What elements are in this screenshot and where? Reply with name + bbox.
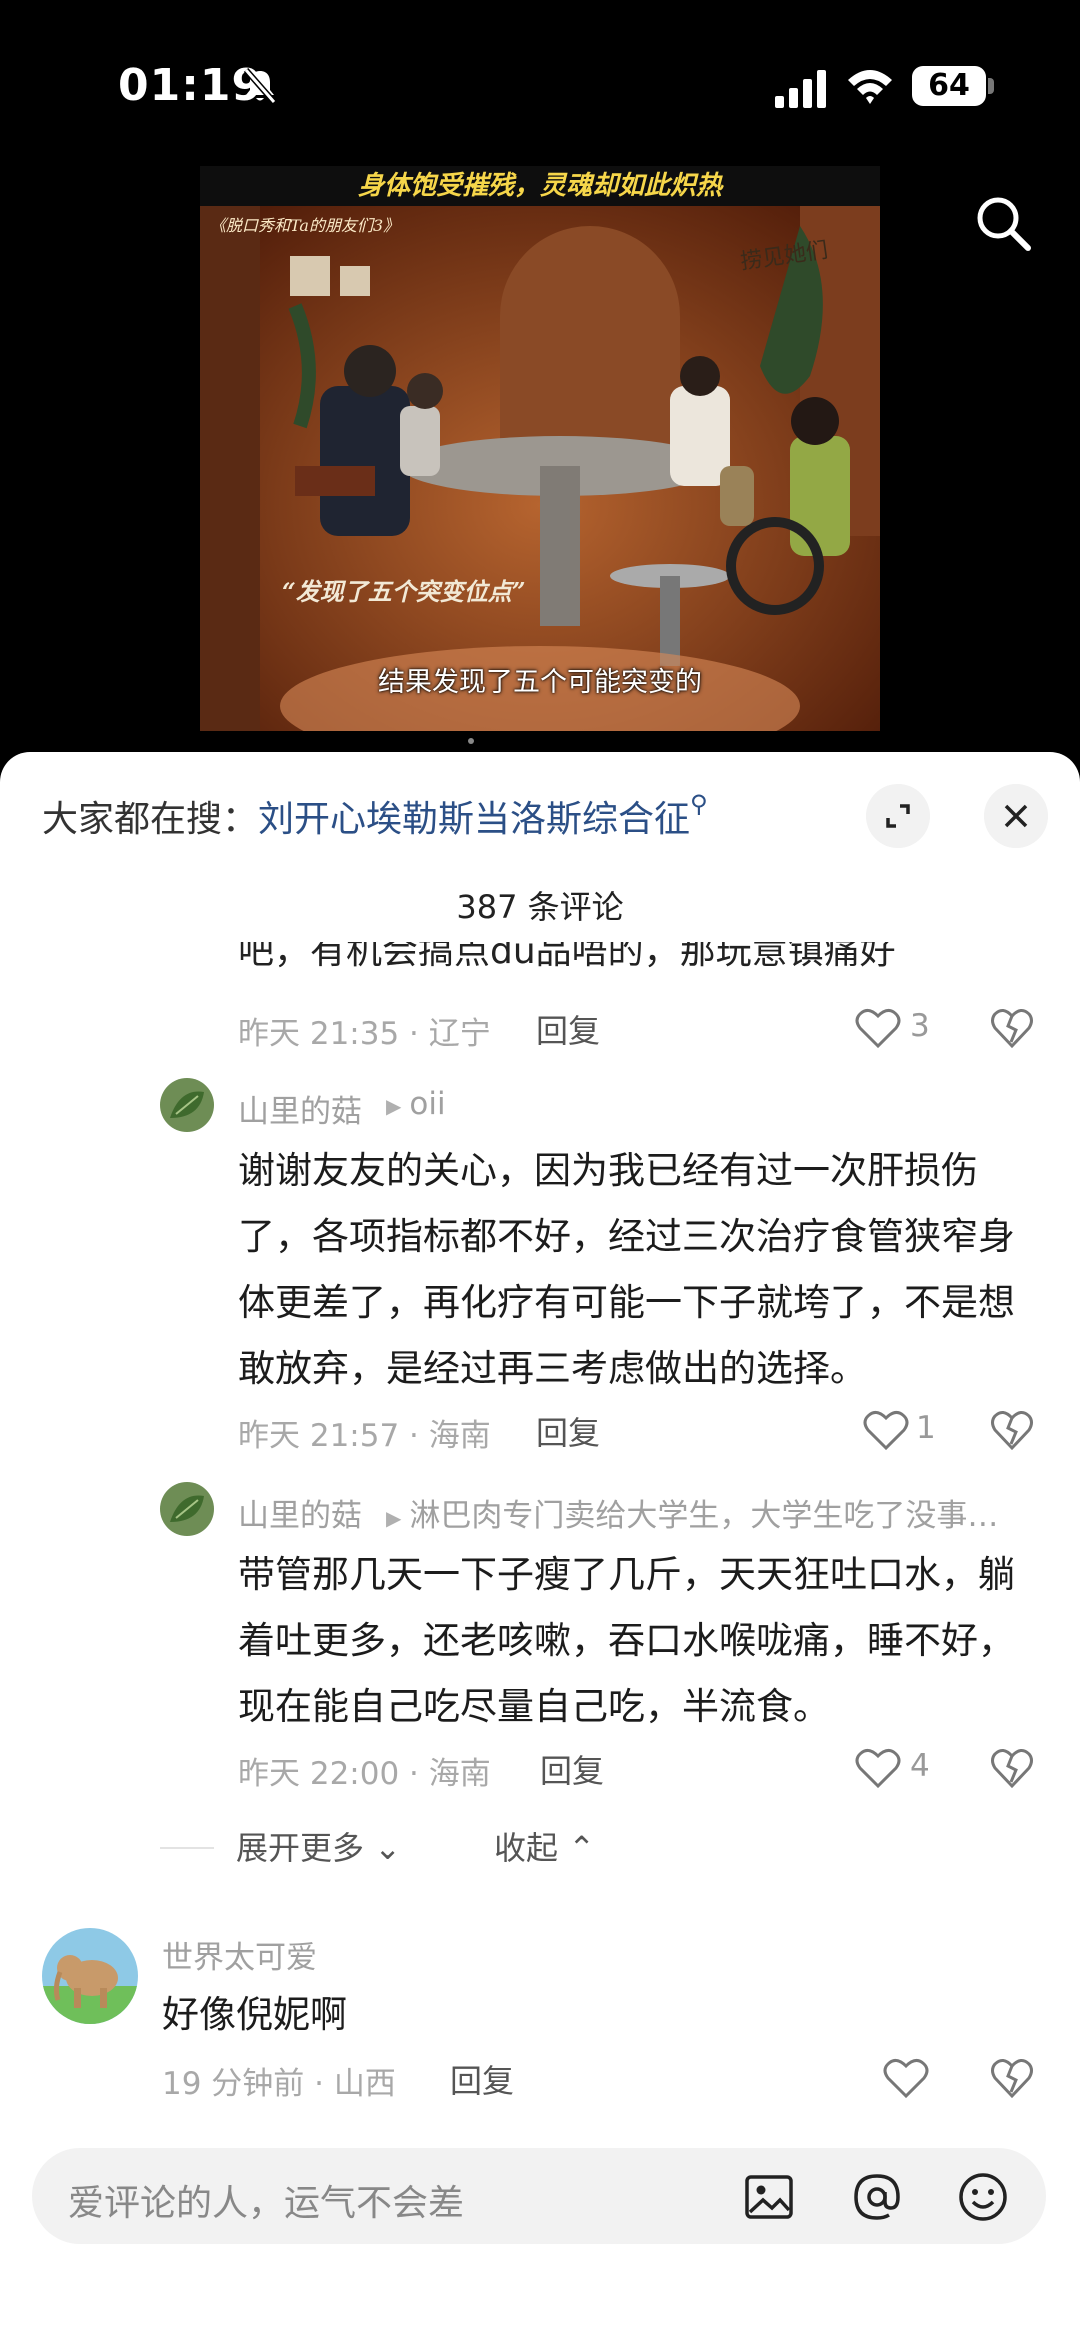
status-bar: 01:19 64: [0, 0, 1080, 170]
chevron-down-icon: ⌄: [364, 1829, 401, 1867]
like-count: 3: [910, 1008, 930, 1044]
video-banner: 身体饱受摧残，灵魂却如此炽热: [200, 166, 880, 206]
comment-count: 387 条评论: [456, 888, 624, 926]
video-quote-caption: “发现了五个突变位点”: [282, 577, 526, 606]
avatar[interactable]: [160, 1482, 214, 1536]
heart-icon[interactable]: [882, 2056, 930, 2100]
reply-to-name: 淋巴肉专门卖给大学生，大学生吃了没事，我们吃了就...: [409, 1498, 1016, 1534]
avatar[interactable]: [160, 1078, 214, 1132]
hot-search-icon: ⚲: [690, 790, 708, 818]
divider: [160, 1847, 214, 1849]
battery-tip: [988, 78, 994, 94]
comment-time-location: 昨天 21:35 · 辽宁: [238, 1016, 491, 1052]
video-page-dot: [468, 738, 474, 744]
search-icon[interactable]: [972, 192, 1036, 256]
like-count: 1: [916, 1410, 936, 1446]
comment-username[interactable]: 世界太可爱: [162, 1932, 317, 1977]
comment-time-location: 昨天 21:57 · 海南: [238, 1418, 491, 1454]
comment-sheet: 大家都在搜：刘开心埃勒斯当洛斯综合征⚲ 387 条评论 吧，有机会搞点du品唔的…: [0, 752, 1080, 2348]
reply-arrow-icon: ▶: [386, 1505, 402, 1530]
heart-icon[interactable]: [862, 1408, 910, 1452]
signal-icon: [775, 70, 826, 108]
clipped-comment-line: 吧，有机会搞点du品唔的，那玩意镇痛好: [238, 942, 896, 972]
hot-search-label: 大家都在搜：: [42, 799, 259, 840]
expand-icon[interactable]: [866, 784, 930, 848]
comment-time-location: 昨天 22:00 · 海南: [238, 1756, 491, 1792]
reply-arrow-icon: ▶: [386, 1093, 402, 1118]
like-count: 4: [910, 1748, 930, 1784]
chevron-up-icon: ⌃: [558, 1829, 595, 1867]
dislike-icon[interactable]: [990, 1006, 1034, 1050]
wifi-icon: [848, 70, 892, 104]
reply-to-name: oii: [409, 1086, 446, 1122]
video-player[interactable]: 身体饱受摧残，灵魂却如此炽热 《脱口秀和Ta的朋友们3》 捞见她们 “发现了五个…: [200, 166, 880, 731]
collapse-button[interactable]: 收起 ⌃: [494, 1823, 595, 1869]
reply-to-user[interactable]: ▶ 淋巴肉专门卖给大学生，大学生吃了没事，我们吃了就...: [376, 1490, 1016, 1535]
expand-more-label: 展开更多: [236, 1829, 365, 1867]
reply-to-user[interactable]: ▶ oii: [376, 1086, 576, 1122]
battery-indicator: 64: [912, 66, 986, 106]
emoji-icon[interactable]: [956, 2170, 1010, 2224]
expand-more-button[interactable]: 展开更多 ⌄: [236, 1823, 401, 1869]
comment-time-location: 19 分钟前 · 山西: [162, 2066, 396, 2102]
clipped-comment-text: 吧，有机会搞点du品唔的，那玩意镇痛好: [238, 942, 1038, 984]
hot-search-bar[interactable]: 大家都在搜：刘开心埃勒斯当洛斯综合征⚲: [42, 790, 708, 842]
video-subtitle: 结果发现了五个可能突变的: [378, 667, 702, 698]
heart-icon[interactable]: [854, 1006, 902, 1050]
reply-button[interactable]: 回复: [536, 1408, 600, 1454]
collapse-label: 收起: [494, 1829, 559, 1867]
close-icon[interactable]: [984, 784, 1048, 848]
reply-button[interactable]: 回复: [450, 2056, 514, 2102]
reply-expand-row: 展开更多 ⌄ 收起 ⌃: [160, 1823, 1040, 1873]
reply-button[interactable]: 回复: [536, 1006, 600, 1052]
comment-username[interactable]: 山里的菇: [238, 1490, 362, 1535]
comment-input[interactable]: 爱评论的人，运气不会差: [32, 2148, 1046, 2244]
comment-text: 谢谢友友的关心，因为我已经有过一次肝损伤了，各项指标都不好，经过三次治疗食管狭窄…: [238, 1149, 1015, 1390]
dislike-icon[interactable]: [990, 1408, 1034, 1452]
comment-text: 带管那几天一下子瘦了几斤，天天狂吐口水，躺着吐更多，还老咳嗽，吞口水喉咙痛，睡不…: [238, 1553, 1015, 1728]
at-icon[interactable]: [850, 2170, 904, 2224]
dislike-icon[interactable]: [990, 1746, 1034, 1790]
bell-slash-icon: [243, 68, 277, 104]
comment-username[interactable]: 山里的菇: [238, 1086, 362, 1131]
image-icon[interactable]: [742, 2170, 796, 2224]
hot-search-term[interactable]: 刘开心埃勒斯当洛斯综合征: [258, 799, 690, 840]
video-show-title: 《脱口秀和Ta的朋友们3》: [210, 216, 400, 235]
dislike-icon[interactable]: [990, 2056, 1034, 2100]
reply-button[interactable]: 回复: [540, 1746, 604, 1792]
heart-icon[interactable]: [854, 1746, 902, 1790]
comment-text: 好像倪妮啊: [162, 1993, 347, 2036]
comment-input-placeholder: 爱评论的人，运气不会差: [68, 2183, 465, 2224]
avatar[interactable]: [42, 1928, 138, 2024]
